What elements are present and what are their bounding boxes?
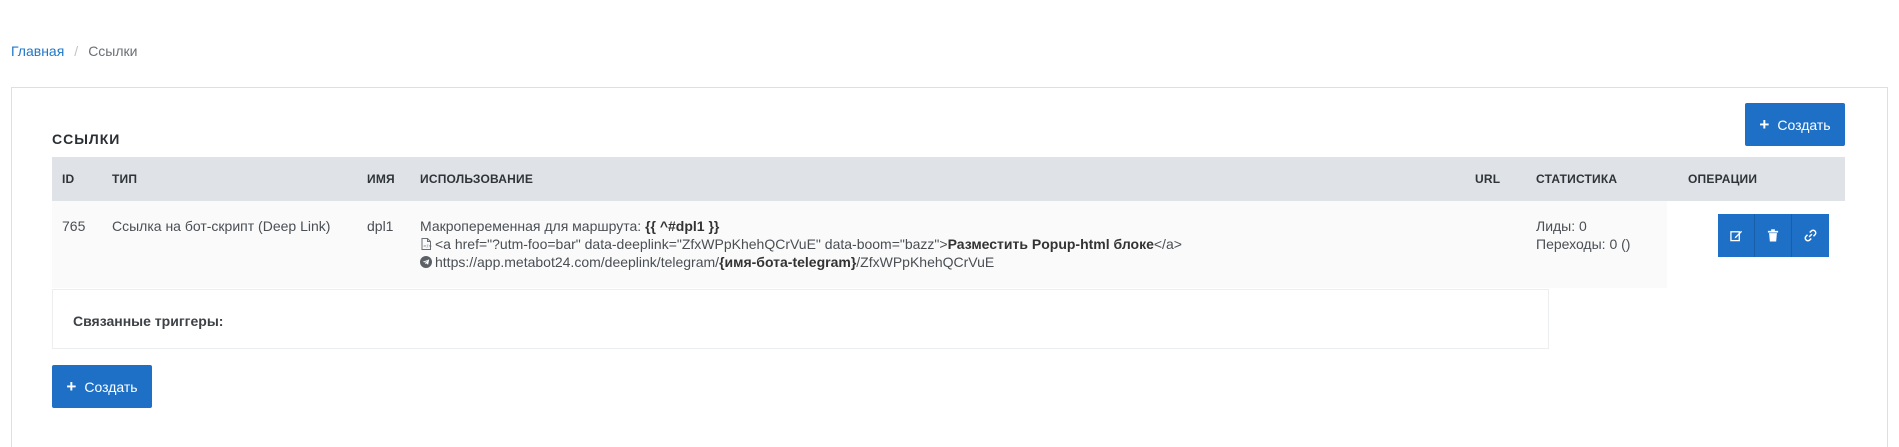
page-title: ССЫЛКИ <box>52 131 121 147</box>
breadcrumb-home-link[interactable]: Главная <box>11 43 64 59</box>
create-trigger-button[interactable]: + Создать <box>52 365 152 408</box>
telegram-icon <box>420 256 432 268</box>
create-button-label: Создать <box>1777 116 1831 133</box>
usage-html-prefix: <a href="?utm-foo=bar" data-deeplink="Zf… <box>435 236 948 252</box>
usage-html-bold: Разместить Popup-html блоке <box>947 236 1154 252</box>
edit-button[interactable] <box>1718 214 1755 257</box>
column-header-stats: СТАТИСТИКА <box>1536 172 1618 186</box>
usage-html-suffix: </a> <box>1153 236 1182 252</box>
cell-type: Ссылка на бот-скрипт (Deep Link) <box>112 218 331 234</box>
column-header-id: ID <box>62 172 75 186</box>
row-operations <box>1718 214 1829 257</box>
copy-link-button[interactable] <box>1792 214 1829 257</box>
cell-name: dpl1 <box>367 218 394 234</box>
breadcrumb-separator: / <box>74 43 79 59</box>
column-header-usage: ИСПОЛЬЗОВАНИЕ <box>420 172 534 186</box>
breadcrumb-current: Ссылки <box>88 43 138 59</box>
trash-icon <box>1767 229 1779 242</box>
table-header: ID ТИП ИМЯ ИСПОЛЬЗОВАНИЕ URL СТАТИСТИКА … <box>52 157 1845 201</box>
column-header-ops: ОПЕРАЦИИ <box>1688 172 1758 186</box>
link-icon <box>1804 229 1817 242</box>
usage-link-suffix: /ZfxWPpKhehQCrVuE <box>856 254 995 270</box>
cell-stats: Лиды: 0 Переходы: 0 () <box>1536 217 1630 253</box>
column-header-name: ИМЯ <box>367 172 395 186</box>
column-header-type: ТИП <box>112 172 138 186</box>
plus-icon: + <box>66 376 77 396</box>
edit-icon <box>1729 230 1742 242</box>
create-trigger-label: Создать <box>84 378 138 395</box>
html-file-icon: </> <box>421 238 432 250</box>
table-row: 765 Ссылка на бот-скрипт (Deep Link) dpl… <box>52 201 1845 288</box>
stats-leads: Лиды: 0 <box>1536 218 1587 234</box>
plus-icon: + <box>1759 114 1770 134</box>
usage-link-prefix: https://app.metabot24.com/deeplink/teleg… <box>435 254 720 270</box>
delete-button[interactable] <box>1755 214 1792 257</box>
create-link-button[interactable]: + Создать <box>1745 103 1845 146</box>
links-panel: ССЫЛКИ + Создать ID ТИП ИМЯ ИСПОЛЬЗОВАНИ… <box>11 87 1888 447</box>
links-table: ID ТИП ИМЯ ИСПОЛЬЗОВАНИЕ URL СТАТИСТИКА … <box>52 157 1845 288</box>
column-header-url: URL <box>1475 172 1501 186</box>
usage-link-bold: {имя-бота-telegram} <box>719 254 857 270</box>
cell-usage: Макропеременная для маршрута: {{ ^#dpl1 … <box>420 217 1182 271</box>
usage-deeplink-line: https://app.metabot24.com/deeplink/teleg… <box>420 253 1182 271</box>
cell-id: 765 <box>62 218 86 234</box>
stats-transitions: Переходы: 0 () <box>1536 236 1631 252</box>
related-triggers: Связанные триггеры: <box>52 289 1549 349</box>
usage-macro-line: Макропеременная для маршрута: {{ ^#dpl1 … <box>420 217 1182 235</box>
usage-macro-value: {{ ^#dpl1 }} <box>645 218 720 234</box>
related-triggers-label: Связанные триггеры: <box>73 313 224 329</box>
usage-html-line: </> <a href="?utm-foo=bar" data-deeplink… <box>420 235 1182 253</box>
svg-text:</>: </> <box>423 244 432 250</box>
breadcrumb: Главная / Ссылки <box>11 43 137 59</box>
usage-macro-label: Макропеременная для маршрута: <box>420 218 642 234</box>
